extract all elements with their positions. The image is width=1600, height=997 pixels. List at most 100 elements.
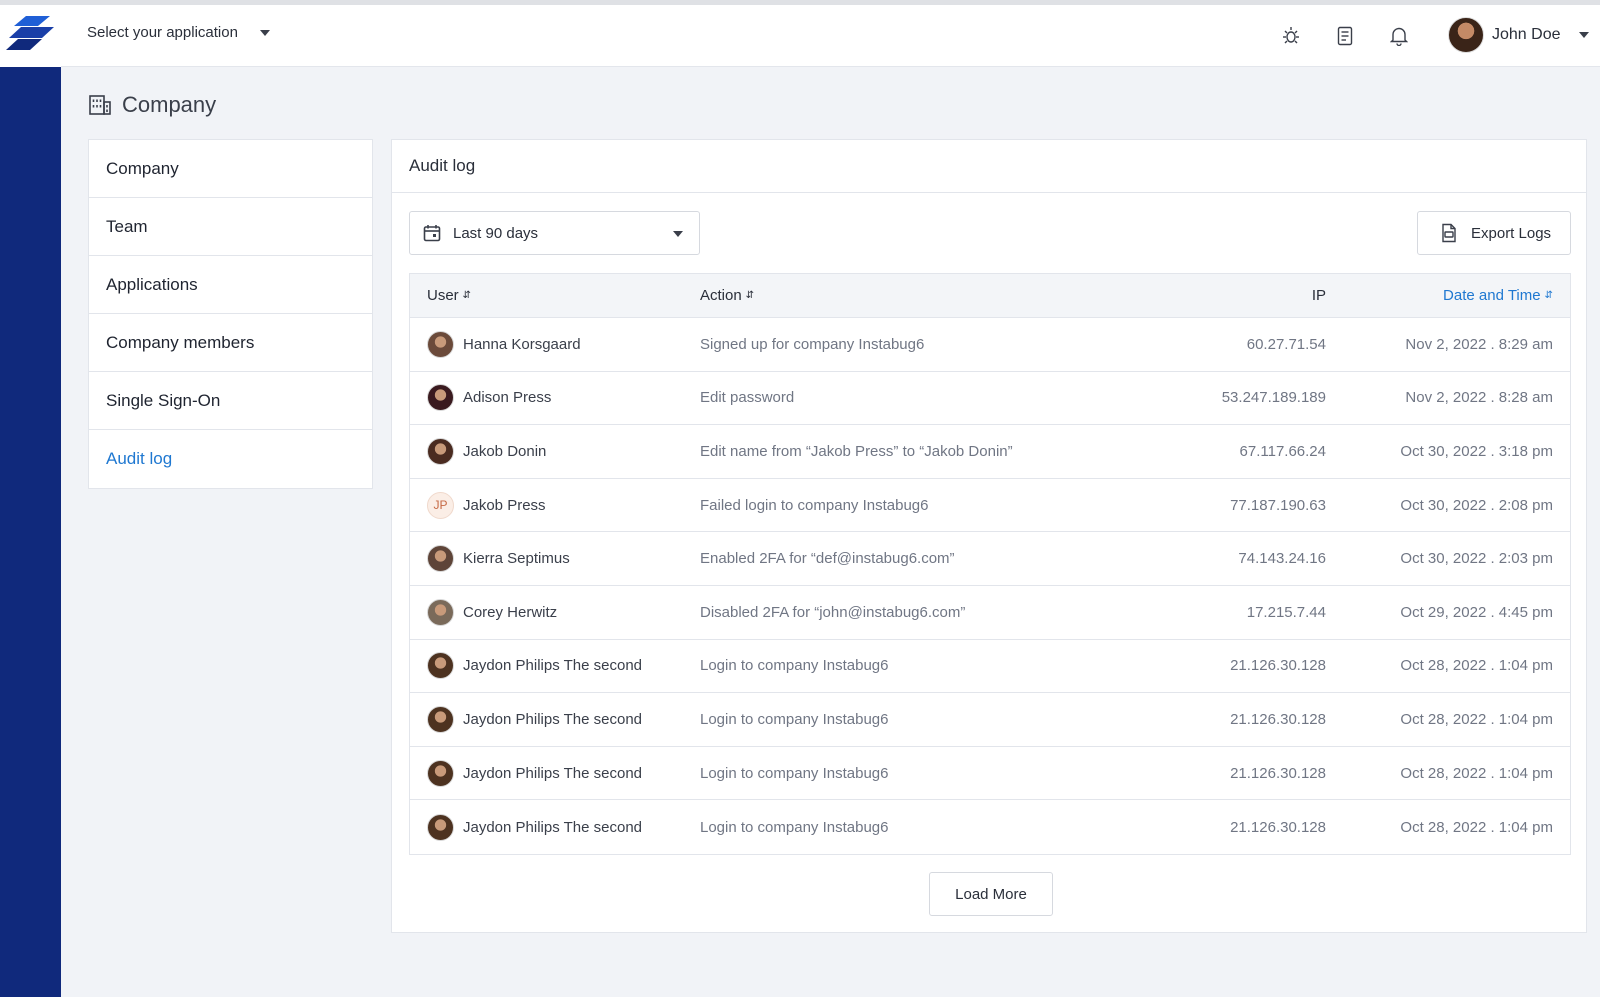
cell-action: Login to company Instabug6 — [700, 818, 889, 836]
load-more-button[interactable]: Load More — [929, 872, 1053, 916]
application-selector-label: Select your application — [87, 24, 238, 41]
user-name: Kierra Septimus — [463, 550, 570, 568]
user-menu[interactable]: John Doe — [1448, 17, 1589, 53]
cell-ip: 74.143.24.16 — [1238, 550, 1326, 568]
cell-date: Nov 2, 2022 . 8:28 am — [1405, 389, 1553, 407]
cell-ip: 60.27.71.54 — [1246, 335, 1326, 353]
avatar — [427, 330, 454, 358]
chevron-down-icon — [259, 29, 270, 36]
cell-action: Edit name from “Jakob Press” to “Jakob D… — [700, 442, 1013, 460]
export-logs-label: Export Logs — [1471, 224, 1552, 242]
cell-date: Oct 28, 2022 . 1:04 pm — [1400, 764, 1553, 782]
sort-icon: ⇵ — [745, 290, 755, 301]
panel-title: Audit log — [392, 140, 1586, 193]
avatar — [427, 598, 454, 626]
cell-user: Jaydon Philips The second — [427, 693, 642, 746]
audit-log-panel: Audit log Last 90 days Export Logs User … — [391, 139, 1587, 933]
table-row: Adison Press Edit password 53.247.189.189 N… — [410, 372, 1570, 426]
column-header-user[interactable]: User ⇵ — [427, 274, 471, 317]
user-name: John Doe — [1492, 26, 1561, 43]
cell-user: Corey Herwitz — [427, 586, 557, 639]
user-name: Corey Herwitz — [463, 603, 558, 621]
subnav-item-single-sign-on[interactable]: Single Sign-On — [89, 372, 372, 430]
subnav-item-company-members[interactable]: Company members — [89, 314, 372, 372]
settings-subnav: Company Team Applications Company member… — [88, 139, 373, 489]
cell-date: Oct 30, 2022 . 3:18 pm — [1400, 442, 1553, 460]
cell-user: JP Jakob Press — [427, 479, 546, 532]
cell-user: Adison Press — [427, 372, 551, 425]
avatar — [427, 705, 454, 733]
cell-ip: 53.247.189.189 — [1221, 389, 1326, 407]
cell-action: Login to company Instabug6 — [700, 710, 889, 728]
bell-icon[interactable] — [1386, 23, 1412, 49]
cell-action: Login to company Instabug6 — [700, 764, 889, 782]
avatar: JP — [427, 491, 454, 519]
table-row: Jakob Donin Edit name from “Jakob Press” … — [410, 425, 1570, 479]
user-name: Jakob Donin — [463, 442, 547, 460]
cell-action: Enabled 2FA for “def@instabug6.com” — [700, 550, 955, 568]
cell-action: Edit password — [700, 389, 795, 407]
user-name: Jaydon Philips The second — [463, 764, 643, 782]
cell-action: Login to company Instabug6 — [700, 657, 889, 675]
user-name: Jaydon Philips The second — [463, 657, 643, 675]
column-header-date[interactable]: Date and Time ⇵ — [1443, 274, 1553, 317]
avatar — [427, 384, 454, 412]
table-row: Jaydon Philips The second Login to compan… — [410, 747, 1570, 801]
cell-ip: 21.126.30.128 — [1230, 657, 1326, 675]
chevron-down-icon — [1578, 32, 1589, 38]
cell-action: Disabled 2FA for “john@instabug6.com” — [700, 603, 966, 621]
building-icon — [89, 95, 111, 115]
cell-ip: 67.117.66.24 — [1239, 442, 1326, 460]
avatar — [1448, 17, 1484, 53]
cell-action: Failed login to company Instabug6 — [700, 496, 929, 514]
column-header-ip-label: IP — [1311, 287, 1326, 304]
cell-ip: 17.215.7.44 — [1246, 603, 1326, 621]
sort-icon: ⇵ — [462, 290, 472, 301]
table-row: JP Jakob Press Failed login to company Ins… — [410, 479, 1570, 533]
subnav-item-company[interactable]: Company — [89, 140, 372, 198]
user-name: Jakob Press — [463, 496, 546, 514]
avatar — [427, 759, 454, 787]
cell-action: Signed up for company Instabug6 — [700, 335, 925, 353]
document-icon[interactable] — [1332, 23, 1358, 49]
cell-date: Oct 30, 2022 . 2:03 pm — [1400, 550, 1553, 568]
table-row: Hanna Korsgaard Signed up for company Ins… — [410, 318, 1570, 372]
export-file-icon — [1442, 223, 1456, 243]
cell-ip: 77.187.190.63 — [1230, 496, 1326, 514]
subnav-item-applications[interactable]: Applications — [89, 256, 372, 314]
avatar — [427, 545, 454, 573]
table-row: Jaydon Philips The second Login to compan… — [410, 693, 1570, 747]
cell-ip: 21.126.30.128 — [1230, 818, 1326, 836]
page-title: Company — [122, 92, 217, 117]
table-header: User ⇵ Action ⇵ IP Date and Time ⇵ — [410, 274, 1570, 318]
page-header: Company — [88, 92, 216, 118]
export-logs-button[interactable]: Export Logs — [1417, 211, 1571, 255]
user-name: Jaydon Philips The second — [463, 818, 643, 836]
top-bar: Select your application John Doe — [0, 5, 1600, 67]
cell-user: Jaydon Philips The second — [427, 747, 642, 800]
user-name: Hanna Korsgaard — [463, 335, 581, 353]
cell-date: Nov 2, 2022 . 8:29 am — [1405, 335, 1553, 353]
cell-user: Jaydon Philips The second — [427, 640, 642, 693]
cell-user: Hanna Korsgaard — [427, 318, 581, 371]
date-range-dropdown[interactable]: Last 90 days — [409, 211, 700, 255]
avatar — [427, 813, 454, 841]
audit-log-table: User ⇵ Action ⇵ IP Date and Time ⇵ Hanna… — [409, 273, 1571, 855]
column-header-ip: IP — [1312, 274, 1326, 317]
subnav-item-audit-log[interactable]: Audit log — [89, 430, 372, 488]
column-header-user-label: User — [427, 287, 459, 304]
cell-date: Oct 29, 2022 . 4:45 pm — [1400, 603, 1553, 621]
logo[interactable] — [0, 5, 61, 67]
table-row: Corey Herwitz Disabled 2FA for “john@inst… — [410, 586, 1570, 640]
logo-icon — [6, 16, 54, 50]
cell-user: Jaydon Philips The second — [427, 800, 642, 854]
avatar — [427, 652, 454, 680]
column-header-action[interactable]: Action ⇵ — [700, 274, 754, 317]
cell-date: Oct 28, 2022 . 1:04 pm — [1400, 657, 1553, 675]
bug-icon[interactable] — [1278, 23, 1304, 49]
application-selector[interactable]: Select your application — [87, 24, 270, 41]
column-header-date-label: Date and Time — [1443, 287, 1541, 304]
table-row: Jaydon Philips The second Login to compan… — [410, 640, 1570, 694]
subnav-item-team[interactable]: Team — [89, 198, 372, 256]
sort-icon: ⇵ — [1544, 290, 1553, 301]
